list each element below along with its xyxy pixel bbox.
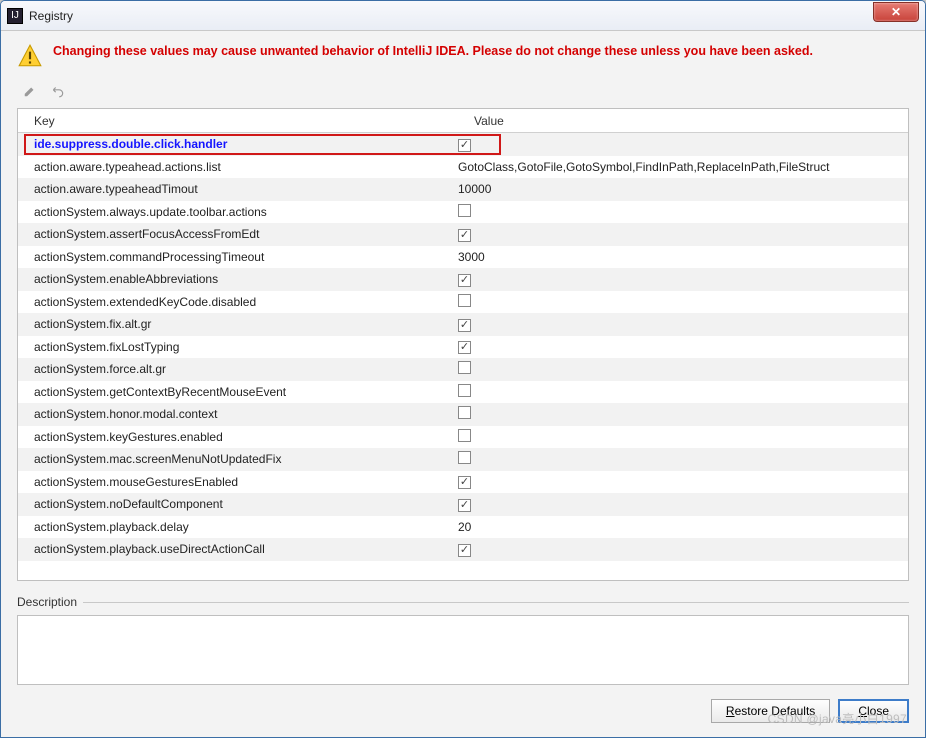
description-group: Description — [17, 595, 909, 685]
warning-text: Changing these values may cause unwanted… — [53, 43, 813, 59]
checkbox[interactable] — [458, 406, 471, 419]
table-row[interactable]: actionSystem.mac.screenMenuNotUpdatedFix — [18, 448, 908, 471]
cell-key: actionSystem.noDefaultComponent — [18, 497, 458, 511]
cell-value[interactable] — [458, 294, 908, 310]
cell-value[interactable] — [458, 137, 908, 152]
table-row[interactable]: actionSystem.commandProcessingTimeout300… — [18, 246, 908, 269]
undo-icon[interactable] — [49, 82, 67, 100]
description-label-row: Description — [17, 595, 909, 609]
checkbox[interactable] — [458, 204, 471, 217]
cell-key: actionSystem.extendedKeyCode.disabled — [18, 295, 458, 309]
table-body[interactable]: ide.suppress.double.click.handler action.… — [18, 133, 908, 580]
cell-value[interactable] — [458, 384, 908, 400]
table-row[interactable]: actionSystem.enableAbbreviations — [18, 268, 908, 291]
column-header-value[interactable]: Value — [458, 110, 908, 132]
checkbox[interactable] — [458, 274, 471, 287]
cell-key: actionSystem.always.update.toolbar.actio… — [18, 205, 458, 219]
checkbox[interactable] — [458, 544, 471, 557]
table-row[interactable]: actionSystem.keyGestures.enabled — [18, 426, 908, 449]
checkbox[interactable] — [458, 294, 471, 307]
checkbox[interactable] — [458, 341, 471, 354]
cell-value[interactable] — [458, 451, 908, 467]
checkbox[interactable] — [458, 319, 471, 332]
table-row[interactable]: actionSystem.honor.modal.context — [18, 403, 908, 426]
dialog-body: Changing these values may cause unwanted… — [1, 31, 925, 737]
cell-key: actionSystem.force.alt.gr — [18, 362, 458, 376]
table-row[interactable]: actionSystem.force.alt.gr — [18, 358, 908, 381]
cell-value[interactable] — [458, 474, 908, 489]
warning-banner: Changing these values may cause unwanted… — [17, 43, 909, 72]
table-row[interactable]: ide.suppress.double.click.handler — [18, 133, 908, 156]
table-row[interactable]: action.aware.typeaheadTimout10000 — [18, 178, 908, 201]
table-row[interactable]: actionSystem.playback.delay20 — [18, 516, 908, 539]
cell-value[interactable]: 3000 — [458, 250, 908, 264]
edit-icon[interactable] — [21, 82, 39, 100]
cell-key: ide.suppress.double.click.handler — [18, 137, 458, 151]
cell-value[interactable] — [458, 339, 908, 354]
table-row[interactable]: action.aware.typeahead.actions.listGotoC… — [18, 156, 908, 179]
window-title: Registry — [29, 9, 873, 23]
cell-value[interactable] — [458, 406, 908, 422]
checkbox[interactable] — [458, 451, 471, 464]
cell-value[interactable] — [458, 361, 908, 377]
close-window-button[interactable]: ✕ — [873, 2, 919, 22]
table-row[interactable]: actionSystem.fix.alt.gr — [18, 313, 908, 336]
cell-value[interactable]: GotoClass,GotoFile,GotoSymbol,FindInPath… — [458, 160, 908, 174]
column-header-key[interactable]: Key — [18, 110, 458, 132]
cell-key: actionSystem.keyGestures.enabled — [18, 430, 458, 444]
cell-key: actionSystem.getContextByRecentMouseEven… — [18, 385, 458, 399]
description-label: Description — [17, 595, 77, 609]
checkbox[interactable] — [458, 384, 471, 397]
table-row[interactable]: actionSystem.always.update.toolbar.actio… — [18, 201, 908, 224]
checkbox[interactable] — [458, 229, 471, 242]
description-box[interactable] — [17, 615, 909, 685]
cell-key: actionSystem.mouseGesturesEnabled — [18, 475, 458, 489]
cell-key: actionSystem.commandProcessingTimeout — [18, 250, 458, 264]
checkbox[interactable] — [458, 361, 471, 374]
close-button[interactable]: Close — [838, 699, 909, 723]
checkbox[interactable] — [458, 429, 471, 442]
cell-value[interactable]: 20 — [458, 520, 908, 534]
cell-key: action.aware.typeaheadTimout — [18, 182, 458, 196]
cell-key: actionSystem.fix.alt.gr — [18, 317, 458, 331]
cell-value[interactable] — [458, 542, 908, 557]
cell-value[interactable]: 10000 — [458, 182, 908, 196]
cell-key: actionSystem.honor.modal.context — [18, 407, 458, 421]
cell-value[interactable] — [458, 429, 908, 445]
cell-value[interactable] — [458, 227, 908, 242]
cell-value[interactable] — [458, 317, 908, 332]
table-row[interactable]: actionSystem.getContextByRecentMouseEven… — [18, 381, 908, 404]
close-icon: ✕ — [891, 5, 901, 19]
checkbox[interactable] — [458, 499, 471, 512]
divider — [83, 602, 909, 603]
button-row: Restore Defaults Close CSDN @java亮小白1997 — [17, 699, 909, 723]
cell-key: actionSystem.fixLostTyping — [18, 340, 458, 354]
cell-key: action.aware.typeahead.actions.list — [18, 160, 458, 174]
cell-key: actionSystem.enableAbbreviations — [18, 272, 458, 286]
table-row[interactable]: actionSystem.extendedKeyCode.disabled — [18, 291, 908, 314]
cell-key: actionSystem.playback.useDirectActionCal… — [18, 542, 458, 556]
mini-toolbar — [17, 80, 909, 108]
table-row[interactable]: actionSystem.mouseGesturesEnabled — [18, 471, 908, 494]
registry-dialog: IJ Registry ✕ Changing these values may … — [0, 0, 926, 738]
checkbox[interactable] — [458, 476, 471, 489]
table-row[interactable]: actionSystem.fixLostTyping — [18, 336, 908, 359]
restore-defaults-button[interactable]: Restore Defaults — [711, 699, 830, 723]
cell-value[interactable] — [458, 272, 908, 287]
titlebar: IJ Registry ✕ — [1, 1, 925, 31]
cell-key: actionSystem.playback.delay — [18, 520, 458, 534]
table-row[interactable]: actionSystem.noDefaultComponent — [18, 493, 908, 516]
cell-value[interactable] — [458, 204, 908, 220]
cell-key: actionSystem.mac.screenMenuNotUpdatedFix — [18, 452, 458, 466]
cell-key: actionSystem.assertFocusAccessFromEdt — [18, 227, 458, 241]
table-row[interactable]: actionSystem.playback.useDirectActionCal… — [18, 538, 908, 561]
app-icon: IJ — [7, 8, 23, 24]
table-row[interactable]: actionSystem.assertFocusAccessFromEdt — [18, 223, 908, 246]
registry-table: Key Value ide.suppress.double.click.hand… — [17, 108, 909, 581]
warning-icon — [17, 43, 43, 72]
checkbox[interactable] — [458, 139, 471, 152]
table-header: Key Value — [18, 109, 908, 133]
cell-value[interactable] — [458, 497, 908, 512]
